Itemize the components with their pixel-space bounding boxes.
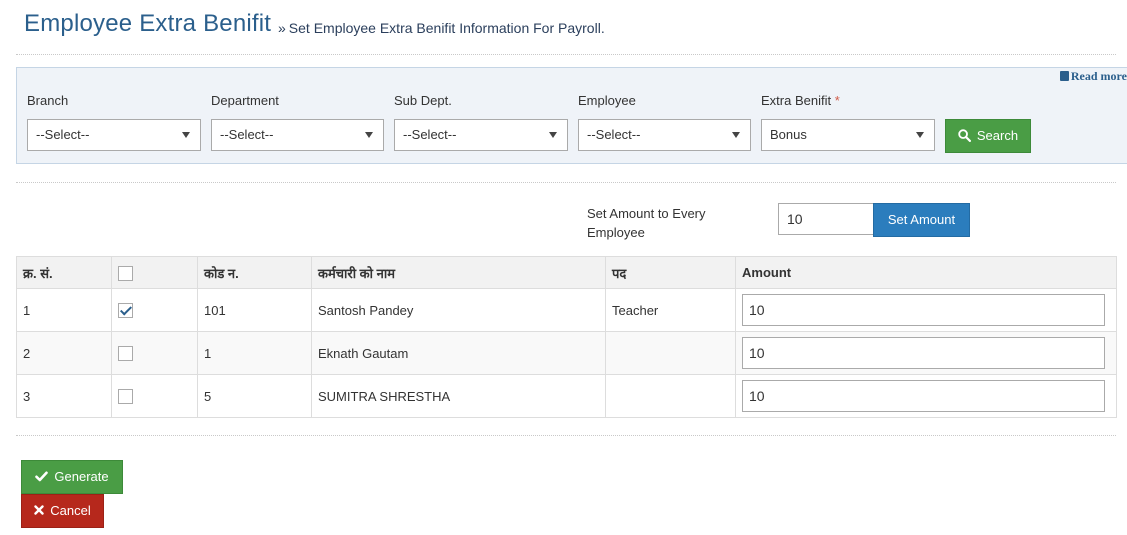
page-subtitle-text: Set Employee Extra Benifit Information F… — [288, 20, 605, 36]
generate-button[interactable]: Generate — [21, 460, 123, 494]
search-icon — [958, 129, 971, 143]
table-header-row: क्र. सं. कोड न. कर्मचारी को नाम पद Amoun… — [16, 256, 1117, 289]
set-amount-input[interactable] — [778, 203, 874, 235]
sub-dept-select-value: --Select-- — [403, 127, 457, 142]
set-amount-label: Set Amount to Every Employee — [587, 206, 706, 240]
extra-benifit-select-value: Bonus — [770, 127, 807, 142]
department-label: Department — [211, 93, 279, 108]
table-row: 1 101 Santosh Pandey Teacher — [16, 288, 1117, 332]
divider — [16, 435, 1116, 436]
book-icon — [1059, 71, 1069, 81]
divider — [16, 54, 1116, 55]
caret-down-icon — [549, 132, 557, 138]
amount-input[interactable] — [742, 380, 1105, 412]
close-icon — [34, 505, 44, 515]
branch-select[interactable]: --Select-- — [27, 119, 201, 151]
row-checkbox[interactable] — [118, 389, 133, 405]
amount-cell — [735, 288, 1117, 332]
required-marker: * — [834, 93, 840, 108]
generate-button-label: Generate — [54, 469, 109, 484]
select-all-checkbox[interactable] — [118, 265, 133, 281]
search-button-label: Search — [976, 128, 1019, 143]
select-cell — [111, 288, 198, 332]
serial-cell: 1 — [16, 288, 112, 332]
caret-down-icon — [182, 132, 190, 138]
post-cell — [605, 374, 736, 418]
branch-select-value: --Select-- — [36, 127, 90, 142]
select-cell — [111, 374, 198, 418]
caret-down-icon — [732, 132, 740, 138]
employee-label: Employee — [578, 93, 636, 108]
name-cell: Santosh Pandey — [311, 288, 606, 332]
caret-down-icon — [365, 132, 373, 138]
caret-down-icon — [916, 132, 924, 138]
search-button[interactable]: Search — [945, 119, 1031, 153]
code-column-header: कोड न. — [197, 256, 312, 289]
name-cell: Eknath Gautam — [311, 331, 606, 375]
sub-dept-label: Sub Dept. — [394, 93, 452, 108]
double-chevron-right-icon: » — [278, 20, 286, 36]
amount-cell — [735, 374, 1117, 418]
serial-cell: 3 — [16, 374, 112, 418]
table-row: 3 5 SUMITRA SHRESTHA — [16, 374, 1117, 418]
sub-dept-select[interactable]: --Select-- — [394, 119, 568, 151]
table-row: 2 1 Eknath Gautam — [16, 331, 1117, 375]
code-cell: 101 — [197, 288, 312, 332]
row-checkbox[interactable] — [118, 346, 133, 362]
code-cell: 5 — [197, 374, 312, 418]
page-subtitle: » Set Employee Extra Benifit Information … — [278, 20, 605, 36]
select-cell — [111, 331, 198, 375]
serial-column-header: क्र. सं. — [16, 256, 112, 289]
amount-input[interactable] — [742, 337, 1105, 369]
employee-select-value: --Select-- — [587, 127, 641, 142]
post-cell: Teacher — [605, 288, 736, 332]
amount-cell — [735, 331, 1117, 375]
name-cell: SUMITRA SHRESTHA — [311, 374, 606, 418]
extra-benifit-select[interactable]: Bonus — [761, 119, 935, 151]
check-icon — [35, 471, 49, 482]
code-cell: 1 — [197, 331, 312, 375]
branch-label: Branch — [27, 93, 69, 108]
amount-column-header: Amount — [735, 256, 1117, 289]
divider — [16, 182, 1116, 183]
cancel-button-label: Cancel — [50, 503, 91, 518]
set-amount-button[interactable]: Set Amount — [873, 203, 970, 237]
read-more-label: Read more — [1070, 69, 1127, 83]
post-column-header: पद — [605, 256, 736, 289]
post-cell — [605, 331, 736, 375]
name-column-header: कर्मचारी को नाम — [311, 256, 606, 289]
select-all-column-header — [111, 256, 198, 289]
employee-select[interactable]: --Select-- — [578, 119, 751, 151]
page-title: Employee Extra Benifit — [24, 10, 272, 37]
amount-input[interactable] — [742, 294, 1105, 326]
serial-cell: 2 — [16, 331, 112, 375]
extra-benifit-label: Extra Benifit * — [761, 93, 840, 108]
department-select[interactable]: --Select-- — [211, 119, 384, 151]
department-select-value: --Select-- — [220, 127, 274, 142]
row-checkbox[interactable] — [118, 303, 133, 319]
extra-benifit-label-text: Extra Benifit — [761, 93, 832, 108]
read-more-link[interactable]: Read more — [1059, 69, 1127, 84]
employee-table: क्र. सं. कोड न. कर्मचारी को नाम पद Amoun… — [16, 256, 1117, 418]
cancel-button[interactable]: Cancel — [21, 494, 104, 528]
